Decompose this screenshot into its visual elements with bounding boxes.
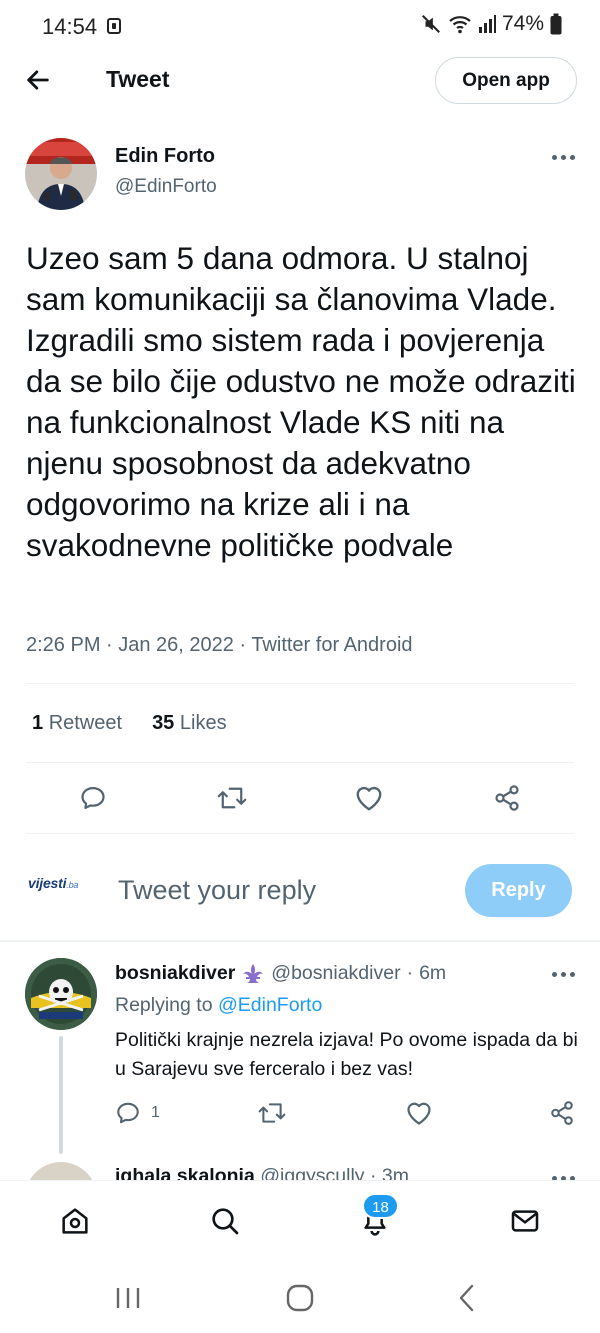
heart-icon [407,1102,431,1125]
author-photo [25,138,97,210]
share-icon [495,785,519,811]
reply-text: Politički krajnje nezrela izjava! Po ovo… [115,1029,578,1080]
page-title: Tweet [106,66,170,92]
divider [26,683,574,684]
like-action-button[interactable] [349,778,389,818]
retweets-stat[interactable]: 1 Retweet [32,712,122,735]
messages-tab[interactable] [495,1191,555,1251]
open-app-button[interactable]: Open app [435,57,577,104]
back-system-button[interactable] [452,1280,482,1316]
reply-actions: 1 [115,1100,580,1132]
reply-avatar[interactable] [25,958,97,1030]
notifications-badge: 18 [362,1193,399,1219]
reply-retweet-button[interactable] [258,1100,286,1126]
search-icon [212,1208,239,1235]
reply-avatar-image [25,958,97,1030]
account-logo: vijesti.ba [28,875,79,891]
heart-icon [356,786,382,811]
reply-input[interactable]: Tweet your reply [118,875,316,906]
home-icon [62,1208,88,1234]
retweet-icon [217,787,247,809]
likes-stat[interactable]: 35 Likes [152,712,227,735]
divider [26,833,574,834]
reply-author-name[interactable]: bosniakdiver [115,962,235,985]
recents-icon [116,1288,140,1308]
reply-action-button[interactable] [73,778,113,818]
divider [0,940,600,942]
reply-header: bosniakdiver @bosniakdiver · 6m [115,962,447,985]
home-system-button[interactable] [282,1280,318,1316]
reply-button[interactable]: Reply [465,864,572,917]
comment-icon [81,786,105,810]
share-action-button[interactable] [487,778,527,818]
thread-line [59,1036,63,1154]
divider [26,762,574,763]
reply-comment-button[interactable]: 1 [115,1100,160,1126]
system-nav [0,1264,600,1333]
back-button[interactable] [24,66,52,94]
comment-icon [117,1102,139,1124]
battery-icon [550,13,562,35]
battery-percent: 74% [501,12,544,35]
search-tab[interactable] [195,1191,255,1251]
author-handle[interactable]: @EdinForto [115,176,217,198]
tweet-more-icon[interactable] [552,155,575,160]
replying-to: Replying to @EdinForto [115,994,323,1016]
back-arrow-icon [27,70,49,90]
bottom-nav [0,1180,600,1264]
author-avatar[interactable] [25,138,97,210]
status-time: 14:54 [42,14,98,39]
reply-comment-count: 1 [151,1104,160,1121]
tweet-meta: 2:26 PM · Jan 26, 2022 · Twitter for And… [26,634,413,656]
share-icon [551,1101,573,1125]
fleur-de-lis-icon [243,963,264,983]
home-tab[interactable] [45,1191,105,1251]
signal-icon [478,15,496,33]
reply-like-button[interactable] [405,1100,433,1126]
retweet-action-button[interactable] [212,778,252,818]
mute-icon [422,15,440,33]
wifi-icon [449,16,471,34]
back-chevron-icon [459,1284,474,1312]
author-name[interactable]: Edin Forto [115,145,215,168]
notification-box-icon [107,18,121,34]
reply-time: 6m [419,962,447,984]
status-icons: 74% [420,12,562,36]
tweet-text: Uzeo sam 5 dana odmora. U stalnoj sam ko… [26,240,576,563]
reply-more-icon[interactable] [552,972,575,977]
recents-button[interactable] [108,1282,148,1312]
reply-share-button[interactable] [548,1100,576,1126]
reply-author-handle[interactable]: @bosniakdiver [271,962,400,985]
retweet-icon [258,1103,286,1123]
mail-icon [511,1210,539,1232]
replying-to-link[interactable]: @EdinForto [218,994,322,1016]
home-circle-icon [286,1284,314,1312]
tweet-stats: 1 Retweet 35 Likes [32,712,227,735]
